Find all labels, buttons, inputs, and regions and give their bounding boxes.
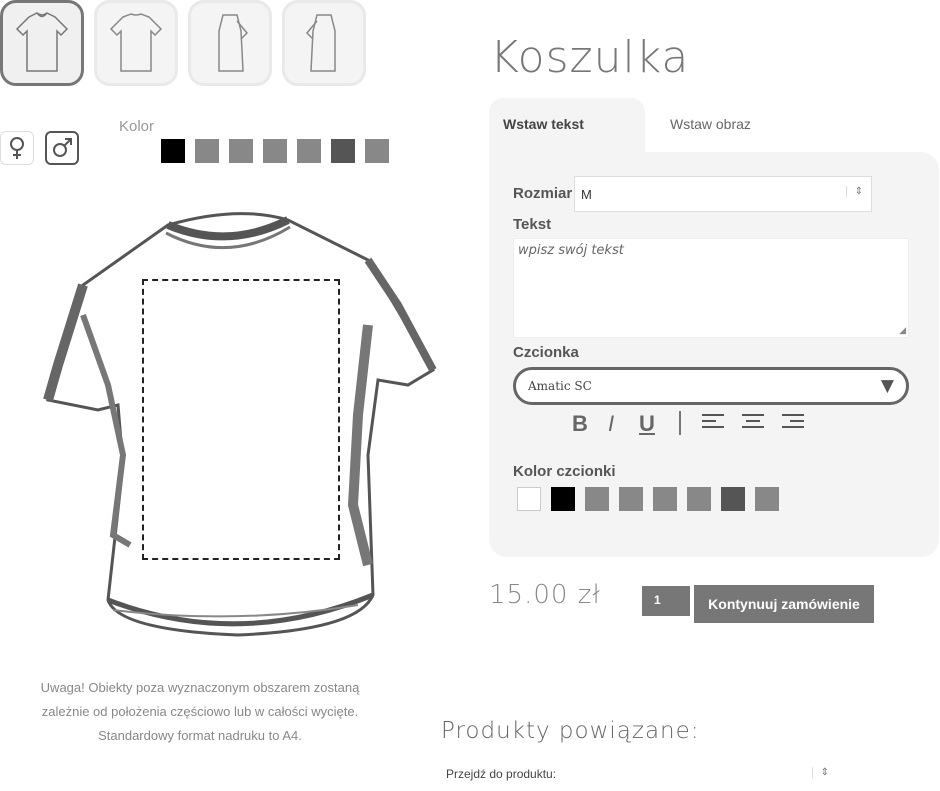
thumbnail-right-side[interactable] — [282, 0, 366, 86]
print-notice: Uwaga! Obiekty poza wyznaczonym obszarem… — [0, 676, 400, 748]
align-center-icon[interactable] — [742, 414, 766, 434]
thumbnail-front[interactable] — [0, 0, 84, 86]
notice-line: Standardowy format nadruku to A4. — [98, 728, 302, 743]
font-color-swatch[interactable] — [755, 487, 779, 511]
thumbnail-back[interactable] — [94, 0, 178, 86]
align-right-icon[interactable] — [782, 414, 806, 434]
shirt-color-swatch[interactable] — [229, 139, 253, 163]
size-value: M — [581, 187, 592, 202]
size-select[interactable]: M ⇕ — [574, 176, 872, 212]
female-button[interactable] — [0, 131, 34, 165]
quantity-input[interactable]: 1 — [642, 586, 690, 616]
notice-line: Uwaga! Obiekty poza wyznaczonym obszarem… — [40, 680, 360, 695]
related-select-value: Przejdź do produktu: — [446, 767, 557, 781]
font-color-swatch[interactable] — [653, 487, 677, 511]
male-icon — [53, 138, 72, 157]
shirt-color-swatch[interactable] — [127, 139, 151, 163]
thumbnail-left-side[interactable] — [188, 0, 272, 86]
size-label: Rozmiar — [513, 185, 573, 202]
shirt-color-swatch[interactable] — [297, 139, 321, 163]
shirt-color-swatch[interactable] — [331, 139, 355, 163]
font-select[interactable]: Amatic SC ▼ — [513, 367, 909, 405]
resize-grip-icon[interactable]: ◢ — [899, 326, 906, 336]
tshirt-back-icon — [109, 13, 163, 72]
text-placeholder: wpisz swój tekst — [518, 243, 624, 258]
text-input[interactable]: wpisz swój tekst ◢ — [513, 238, 909, 338]
product-title: Koszulka — [490, 32, 690, 83]
view-thumbnails — [0, 0, 366, 86]
text-label: Tekst — [513, 216, 552, 233]
notice-line: zależnie od położenia częściowo lub w ca… — [41, 704, 359, 719]
tab-insert-text[interactable]: Wstaw tekst — [489, 98, 645, 154]
font-color-swatch[interactable] — [585, 487, 609, 511]
related-product-select[interactable]: Przejdź do produktu: ⇕ — [441, 760, 835, 788]
font-color-swatch[interactable] — [721, 487, 745, 511]
tshirt-side-left-icon — [218, 14, 249, 72]
male-button[interactable] — [45, 131, 79, 165]
shirt-color-label: Kolor — [119, 118, 155, 135]
font-color-label: Kolor czcionki — [513, 463, 616, 480]
underline-button[interactable]: U — [634, 410, 660, 438]
select-arrows-icon: ⇕ — [811, 767, 829, 778]
toolbar-separator — [679, 411, 681, 435]
select-arrows-icon: ⇕ — [845, 186, 863, 197]
dropdown-triangle-icon: ▼ — [880, 376, 894, 396]
female-icon — [10, 137, 24, 159]
continue-order-button[interactable]: Kontynuuj zamówienie — [694, 585, 874, 623]
related-products-heading: Produkty powiązane: — [441, 718, 700, 744]
tab-insert-image[interactable]: Wstaw obraz — [656, 98, 765, 154]
print-area[interactable] — [142, 279, 340, 560]
font-color-swatch[interactable] — [517, 487, 541, 511]
shirt-color-swatches — [127, 139, 389, 163]
font-label: Czcionka — [513, 344, 579, 361]
shirt-color-swatch[interactable] — [161, 139, 185, 163]
tshirt-side-right-icon — [305, 14, 336, 72]
bold-button[interactable]: B — [567, 410, 593, 438]
font-color-swatch[interactable] — [687, 487, 711, 511]
align-left-icon[interactable] — [702, 414, 726, 434]
shirt-color-swatch[interactable] — [365, 139, 389, 163]
tshirt-front-icon — [15, 12, 69, 72]
shirt-color-swatch[interactable] — [263, 139, 287, 163]
italic-button[interactable]: I — [598, 410, 624, 438]
font-color-swatch[interactable] — [551, 487, 575, 511]
shirt-color-swatch[interactable] — [195, 139, 219, 163]
font-color-swatches — [517, 487, 779, 511]
font-value: Amatic SC — [528, 379, 592, 393]
price: 15.00 zł — [489, 580, 601, 610]
font-color-swatch[interactable] — [619, 487, 643, 511]
